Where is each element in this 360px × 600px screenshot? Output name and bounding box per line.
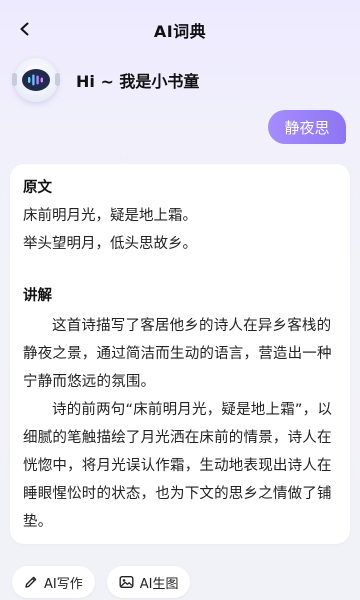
explain-title: 讲解 (23, 288, 52, 304)
user-message-bubble: 静夜思 (268, 110, 346, 144)
answer-card: 原文 床前明月光，疑是地上霜。 举头望明月，低头思故乡。 讲解 这首诗描写了客居… (10, 164, 350, 544)
header: AI词典 (0, 0, 360, 58)
original-title: 原文 (23, 180, 52, 196)
explain-paragraph: 这首诗描写了客居他乡的诗人在异乡客栈的静夜之景，通过简洁而生动的语言，营造出一种… (23, 318, 332, 390)
ai-image-label: AI生图 (139, 576, 179, 592)
poem-line: 举头望明月，低头思故乡。 (23, 236, 197, 252)
bot-greeting: Hi ~ 我是小书童 (76, 72, 200, 91)
ai-write-label: AI写作 (44, 576, 83, 592)
page-title: AI词典 (153, 22, 207, 41)
bot-intro: Hi ~ 我是小书童 (12, 58, 200, 102)
ai-write-button[interactable]: AI写作 (12, 566, 95, 598)
poem-line: 床前明月光，疑是地上霜。 (23, 208, 197, 224)
explain-paragraph: 诗的前两句“床前明月光，疑是地上霜”，以细腻的笔触描绘了月光洒在床前的情景，诗人… (23, 402, 333, 530)
pen-write-icon (25, 576, 37, 588)
image-generate-icon (119, 576, 134, 589)
robot-assistant-icon (12, 58, 60, 102)
ai-image-button[interactable]: AI生图 (106, 566, 191, 598)
action-bar: AI写作 AI生图 (12, 566, 191, 598)
